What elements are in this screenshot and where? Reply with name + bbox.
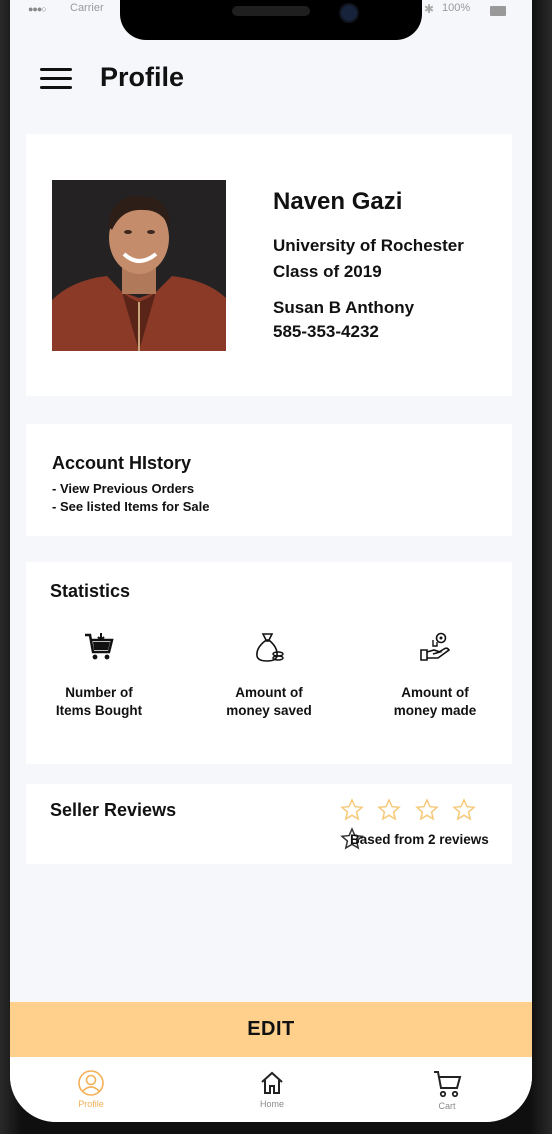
stat-items-bought: Number of Items Bought xyxy=(24,630,174,720)
signal-icon: ●●●○ xyxy=(28,4,47,14)
tab-home[interactable]: Home xyxy=(232,1069,312,1109)
battery-icon xyxy=(490,6,506,16)
profile-phone: 585-353-4232 xyxy=(273,322,379,341)
tab-label: Home xyxy=(259,1099,284,1109)
star-filled-icon xyxy=(415,798,439,821)
cart-icon xyxy=(434,1071,462,1098)
money-bag-icon xyxy=(256,633,284,662)
speaker-grille xyxy=(232,6,310,16)
account-history-title: Account HIstory xyxy=(52,453,192,473)
user-circle-icon xyxy=(78,1070,104,1096)
carrier-label: Carrier xyxy=(70,2,104,14)
page-title: Profile xyxy=(100,62,185,92)
statistics-card: Statistics Number of Items Bought Amount… xyxy=(26,562,512,764)
phone-notch xyxy=(120,0,422,40)
star-rating xyxy=(340,798,512,850)
profile-university: University of Rochester xyxy=(273,236,464,255)
profile-photo xyxy=(52,180,226,351)
profile-class-year: Class of 2019 xyxy=(273,262,382,281)
stat-label: Amount of money saved xyxy=(226,685,312,718)
tab-profile[interactable]: Profile xyxy=(51,1069,131,1109)
see-listed-items-link[interactable]: - See listed Items for Sale xyxy=(52,499,210,514)
battery-percentage: 100% xyxy=(442,2,471,14)
review-count: Based from 2 reviews xyxy=(350,832,489,847)
tab-bar: Profile Home Cart xyxy=(10,1057,532,1122)
seller-reviews-title: Seller Reviews xyxy=(50,800,177,820)
edit-button[interactable]: EDIT xyxy=(10,1002,532,1057)
star-filled-icon xyxy=(452,798,477,821)
screen: ●●●○ Carrier ✱ 100% Profile Naven Gazi U… xyxy=(10,0,532,1122)
menu-icon[interactable] xyxy=(40,68,72,90)
stat-money-saved: Amount of money saved xyxy=(194,630,344,720)
stat-label: Number of Items Bought xyxy=(55,685,143,718)
star-filled-icon xyxy=(340,798,364,821)
header: Profile xyxy=(10,56,532,102)
bluetooth-icon: ✱ xyxy=(424,2,435,16)
front-camera xyxy=(339,3,359,23)
stat-money-made: Amount of money made xyxy=(360,630,510,720)
stat-label: Amount of money made xyxy=(393,685,477,718)
profile-name: Naven Gazi xyxy=(273,188,403,215)
shopping-cart-icon xyxy=(85,633,114,660)
hand-coin-icon xyxy=(420,632,451,661)
tab-label: Cart xyxy=(438,1101,456,1111)
tab-label: Profile xyxy=(78,1099,104,1109)
tab-cart[interactable]: Cart xyxy=(407,1069,487,1111)
statistics-title: Statistics xyxy=(50,581,131,601)
profile-card: Naven Gazi University of Rochester Class… xyxy=(26,134,512,396)
home-icon xyxy=(261,1071,283,1094)
seller-reviews-card: Seller Reviews Based from 2 reviews xyxy=(26,784,512,864)
view-previous-orders-link[interactable]: - View Previous Orders xyxy=(52,481,194,496)
profile-dorm: Susan B Anthony xyxy=(273,298,415,317)
star-filled-icon xyxy=(377,798,402,821)
account-history-card: Account HIstory - View Previous Orders -… xyxy=(26,424,512,536)
